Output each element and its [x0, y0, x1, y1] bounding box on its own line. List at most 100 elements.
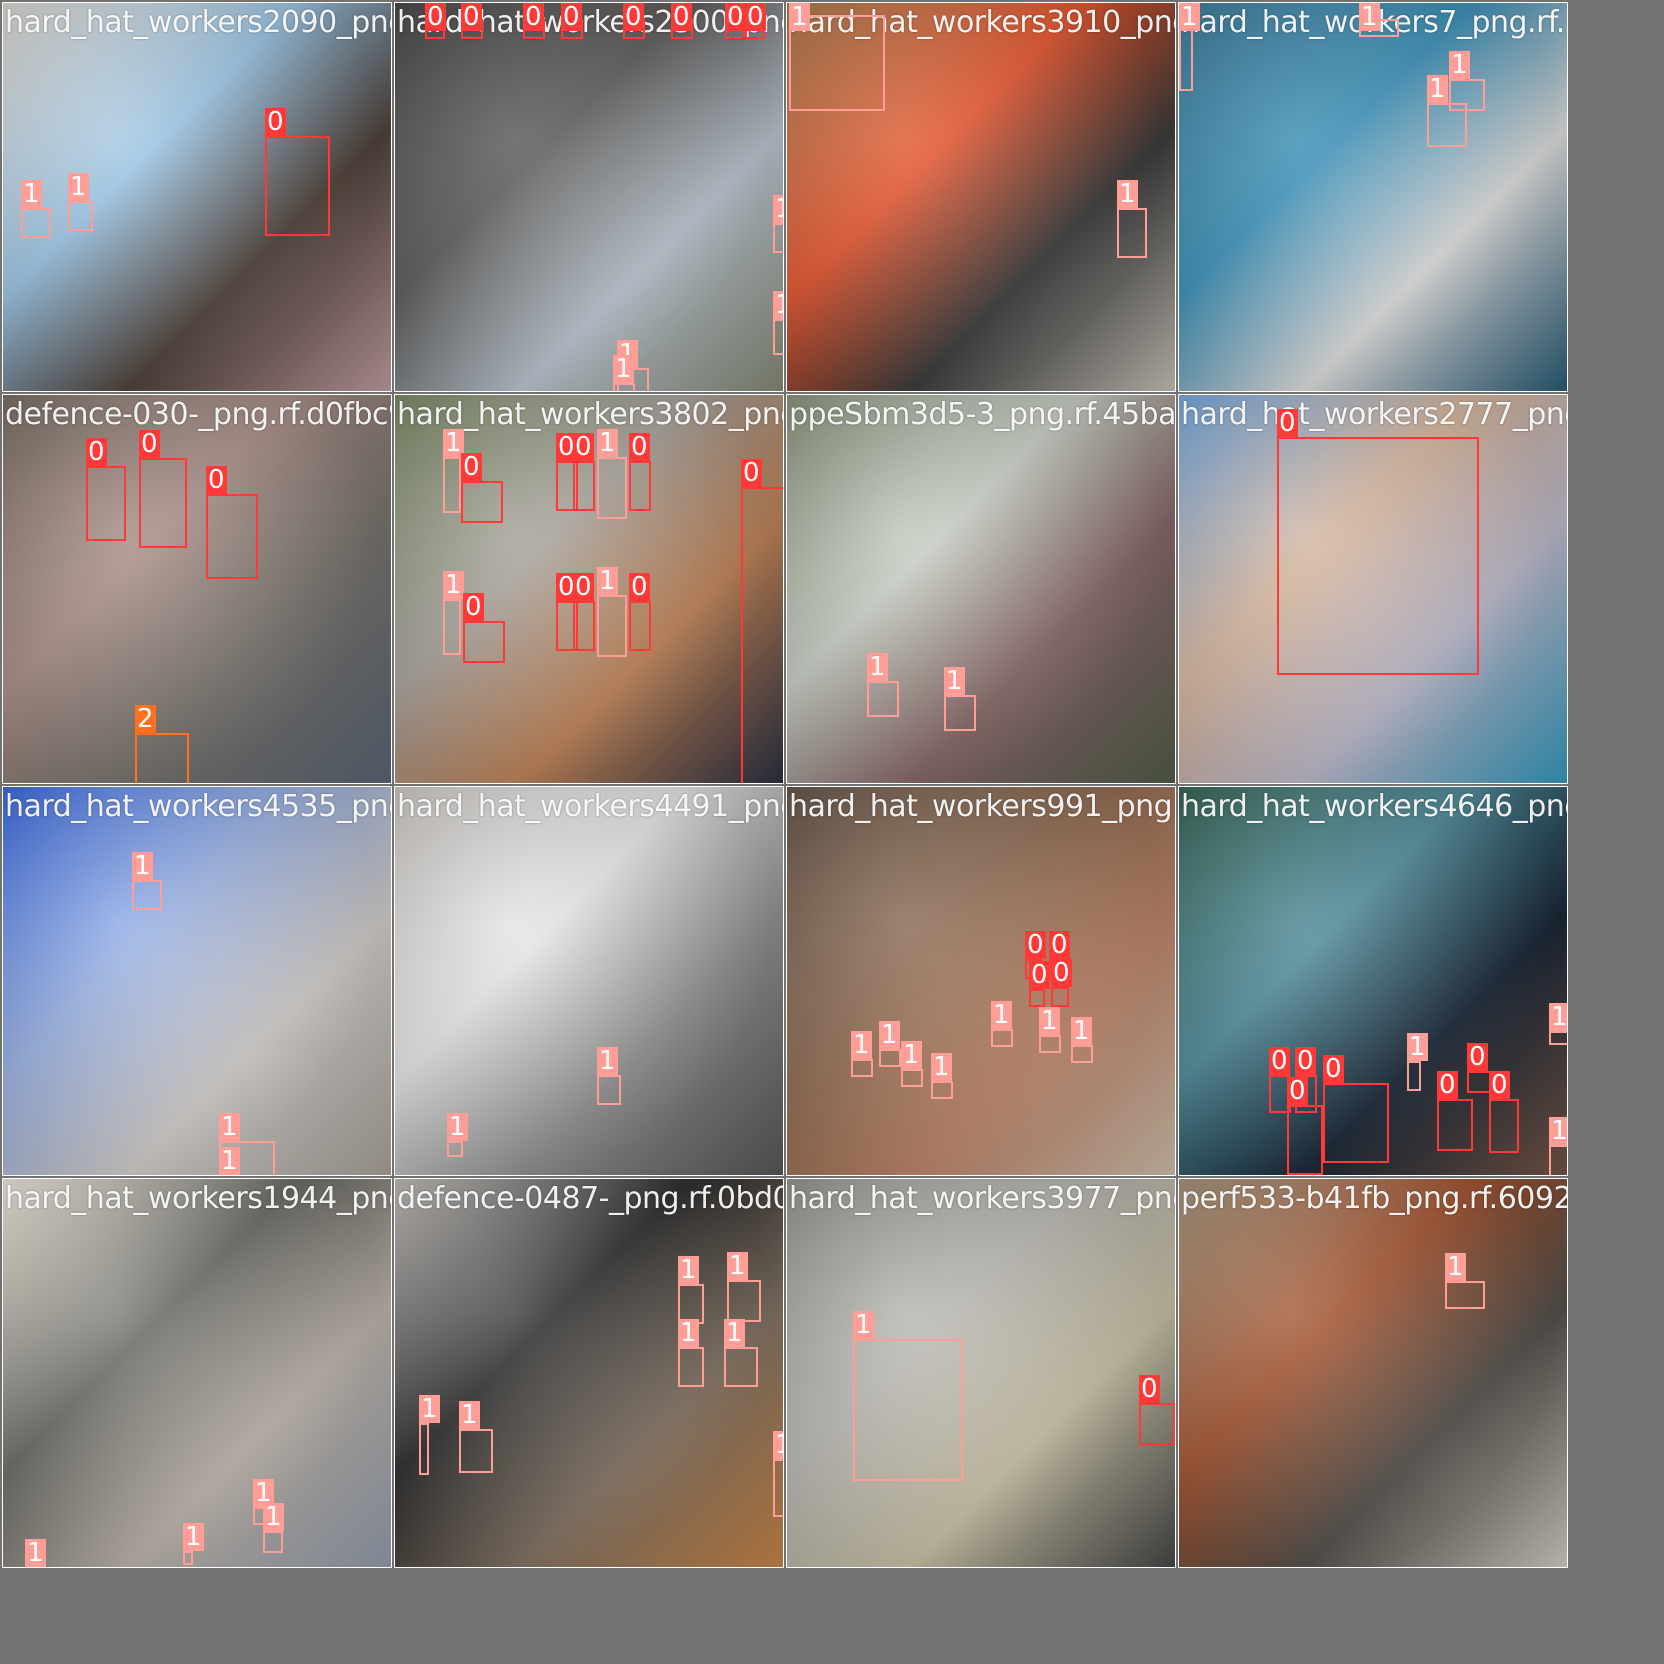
mosaic-tile: hard_hat_workers7_png.rf.1111: [1178, 2, 1568, 392]
detection-box: [1427, 103, 1467, 147]
tile-filename: ppeSbm3d5-3_png.rf.45baa36: [789, 397, 1176, 432]
detection-class-label: 0: [745, 2, 766, 32]
detection-class-label: 1: [1567, 1415, 1568, 1443]
detection-box: [206, 494, 258, 579]
detection-box: [463, 621, 505, 663]
detection-class-label: 0: [1295, 1046, 1316, 1076]
mosaic-tile: hard_hat_workers4491_png.rf. 1 1 1: [394, 786, 784, 1176]
detection-class-label: 1: [678, 1318, 699, 1348]
detection-box: [1287, 1105, 1323, 1175]
detection-box: [1489, 1099, 1519, 1153]
detection-class-label: 1: [597, 1046, 618, 1076]
detection-box: [613, 383, 635, 391]
detection-class-label: 0: [671, 2, 692, 32]
detection-box: [573, 601, 595, 651]
detection-class-label: 1: [773, 1431, 783, 1459]
detection-box: [867, 681, 899, 717]
detection-class-label: 1: [68, 172, 89, 202]
detection-box: [944, 695, 976, 731]
detection-class-label: 1: [443, 570, 464, 600]
detection-box: [741, 487, 783, 783]
detection-class-label: 1: [183, 1522, 204, 1552]
detection-box: [139, 458, 187, 548]
tile-filename: defence-030-_png.rf.d0fbc92: [5, 397, 392, 432]
detection-box: [1139, 1403, 1175, 1445]
detection-class-label: 1: [419, 1394, 440, 1424]
detection-box: [68, 201, 93, 231]
detection-class-label: 1: [132, 851, 153, 881]
mosaic-tile: hard_hat_workers2777_png.rf.0 1: [1178, 394, 1568, 784]
detection-class-label: 1: [773, 291, 783, 319]
detection-box: [447, 1141, 463, 1157]
detection-class-label: 1: [25, 1538, 46, 1568]
mosaic-tile: perf533-b41fb_png.rf.6092823 1 1: [1178, 1178, 1568, 1568]
detection-class-label: 1: [901, 1040, 922, 1070]
detection-box: [263, 1531, 283, 1553]
detection-class-label: 1: [1071, 1016, 1092, 1046]
detection-box: [1175, 1415, 1176, 1447]
mosaic-tile: hard_hat_workers2300_png.rf.000000001111: [394, 2, 784, 392]
photo-shading: [395, 3, 783, 391]
detection-class-label: 0: [1277, 408, 1298, 438]
detection-class-label: 0: [461, 2, 482, 32]
tile-filename: hard_hat_workers2777_png.rf.: [1181, 397, 1567, 432]
detection-box: [991, 1029, 1013, 1047]
detection-box: [21, 208, 51, 238]
detection-box: [443, 599, 461, 655]
detection-box: [851, 1059, 873, 1077]
mosaic-tile: hard_hat_workers3802_png.rf.100010100010…: [394, 394, 784, 784]
detection-box: [1549, 1145, 1567, 1175]
detection-box: [419, 1423, 429, 1475]
detection-box: [573, 461, 595, 511]
detection-box: [1117, 208, 1147, 258]
detection-class-label: 0: [623, 2, 644, 32]
mosaic-tile: hard_hat_workers4535_png.rf. 1 1 1: [2, 786, 392, 1176]
detection-class-label: 0: [391, 217, 392, 245]
detection-class-label: 1: [867, 652, 888, 682]
mosaic-tile: defence-0487-_png.rf.0bd0f021111111: [394, 1178, 784, 1568]
detection-box: [1277, 437, 1479, 675]
detection-class-label: 1: [1549, 1002, 1568, 1032]
detection-class-label: 1: [1407, 1032, 1428, 1062]
detection-box: [265, 136, 330, 236]
detection-class-label: 0: [86, 437, 107, 467]
tile-filename: hard_hat_workers4491_png.rf.: [397, 789, 783, 824]
detection-class-label: 1: [219, 1146, 240, 1176]
photo-shading: [1179, 1179, 1567, 1567]
detection-box: [773, 223, 783, 253]
detection-class-label: 0: [206, 465, 227, 495]
photo-shading: [787, 395, 1175, 783]
detection-class-label: 0: [1051, 958, 1072, 988]
detection-class-label: 1: [21, 179, 42, 209]
detection-box: [25, 1567, 69, 1568]
mosaic-tile: hard_hat_workers991_png.rf.0000111111111: [786, 786, 1176, 1176]
detection-class-label: 0: [463, 592, 484, 622]
detection-class-label: 0: [629, 432, 650, 462]
detection-class-label: 1: [789, 2, 810, 32]
detection-class-label: 1: [1427, 74, 1448, 104]
tile-filename: perf533-b41fb_png.rf.6092823: [1181, 1181, 1567, 1216]
detection-class-label: 1: [263, 1502, 284, 1532]
detection-class-label: 1: [1445, 1252, 1466, 1282]
detection-class-label: 0: [1489, 1070, 1510, 1100]
detection-box: [183, 1551, 193, 1565]
detection-class-label: 0: [139, 429, 160, 459]
detection-box: [678, 1347, 704, 1387]
detection-class-label: 1: [931, 1052, 952, 1082]
detection-box: [597, 595, 627, 657]
detection-box: [1051, 987, 1069, 1007]
mosaic-tile: hard_hat_workers2090_png.rf. 11 0 0: [2, 2, 392, 392]
detection-box: [1323, 1083, 1389, 1163]
detection-class-label: 1: [773, 195, 783, 223]
tile-filename: hard_hat_workers991_png.rf.: [789, 789, 1176, 824]
detection-box: [773, 1459, 783, 1517]
detection-class-label: 0: [461, 452, 482, 482]
detection-box: [901, 1069, 923, 1087]
detection-box: [1039, 1035, 1061, 1053]
detection-class-label: 1: [1359, 2, 1380, 32]
detection-box: [597, 457, 627, 519]
detection-class-label: 1: [219, 1112, 240, 1142]
detection-box: [1175, 959, 1176, 989]
detection-class-label: 1: [459, 1400, 480, 1430]
tile-filename: hard_hat_workers4535_png.rf.: [5, 789, 391, 824]
